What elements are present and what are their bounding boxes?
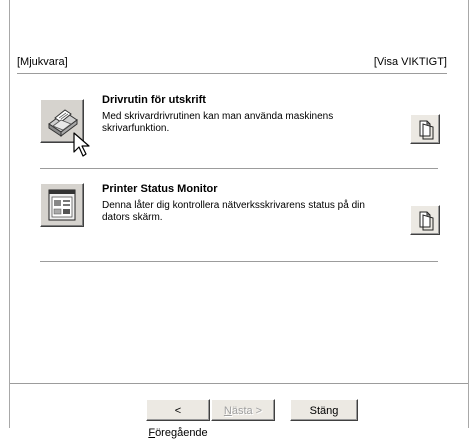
list-item-printer-driver: Drivrutin för utskrift Med skrivardrivru… bbox=[40, 92, 440, 162]
printer-driver-title[interactable]: Drivrutin för utskrift bbox=[102, 94, 206, 106]
header: [Mjukvara] [Visa VIKTIGT] bbox=[0, 0, 470, 70]
printer-driver-doc-button[interactable] bbox=[410, 114, 440, 144]
status-monitor-title[interactable]: Printer Status Monitor bbox=[102, 183, 218, 195]
document-icon bbox=[419, 120, 434, 140]
item-divider-1 bbox=[40, 168, 438, 169]
printer-driver-description: Med skrivardrivrutinen kan man använda m… bbox=[102, 111, 334, 134]
arrow-cursor-icon bbox=[73, 132, 90, 157]
back-button-prefix: < bbox=[174, 405, 182, 417]
close-button-label: Stäng bbox=[309, 405, 339, 417]
next-button-mnemonic: N bbox=[223, 405, 232, 417]
next-button[interactable]: Nästa > bbox=[211, 399, 275, 421]
header-divider bbox=[17, 73, 447, 74]
status-monitor-icon bbox=[48, 189, 76, 221]
back-button-mnemonic: F bbox=[148, 427, 156, 439]
list-item-status-monitor: Printer Status Monitor Denna låter dig k… bbox=[40, 183, 440, 253]
status-monitor-doc-button[interactable] bbox=[410, 205, 440, 235]
software-label: [Mjukvara] bbox=[17, 56, 68, 68]
footer-divider-highlight bbox=[10, 384, 468, 385]
document-icon bbox=[419, 211, 434, 231]
status-monitor-button[interactable] bbox=[40, 183, 84, 227]
back-button[interactable]: < Föregående bbox=[146, 399, 210, 439]
back-button-label: öregående bbox=[155, 427, 208, 439]
view-important-link[interactable]: [Visa VIKTIGT] bbox=[374, 56, 447, 68]
status-monitor-description: Denna låter dig kontrollera nätverksskri… bbox=[102, 200, 365, 223]
next-button-label: ästa > bbox=[231, 405, 263, 417]
item-divider-2 bbox=[40, 261, 438, 262]
close-button[interactable]: Stäng bbox=[290, 399, 358, 421]
